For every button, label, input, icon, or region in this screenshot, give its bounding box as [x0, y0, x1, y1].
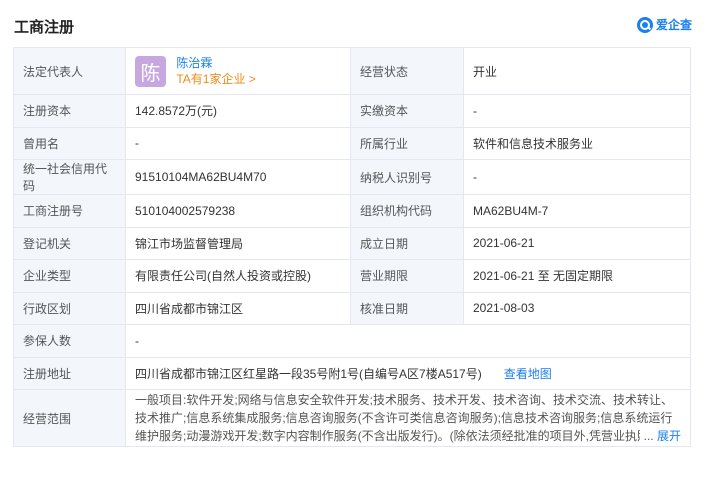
cell-label: 统一社会信用代码	[13, 159, 126, 195]
cell-label: 纳税人识别号	[350, 159, 464, 195]
address-cell: 四川省成都市锦江区红星路一段35号附1号(自编号A区7楼A517号) 查看地图	[125, 356, 691, 390]
legal-rep-name-link[interactable]: 陈治霖	[176, 56, 212, 70]
table-row: 注册资本 142.8572万(元) 实缴资本 -	[13, 94, 691, 128]
address-label: 注册地址	[13, 356, 126, 390]
scope-text: 一般项目:软件开发;网络与信息安全软件开发;技术服务、技术开发、技术咨询、技术交…	[135, 393, 674, 443]
cell-value: 91510104MA62BU4M70	[125, 159, 351, 195]
table-row: 参保人数 -	[13, 324, 691, 358]
registration-table: 法定代表人 陈 陈治霖 TA有1家企业 > 经营状态 开业 注册资本 142.8…	[13, 47, 691, 447]
scope-ellipsis: ...	[643, 429, 654, 443]
cell-label: 所属行业	[350, 126, 464, 160]
table-row: 登记机关 锦江市场监督管理局 成立日期 2021-06-21	[13, 226, 691, 260]
cell-value: 软件和信息技术服务业	[463, 126, 691, 160]
cell-label: 登记机关	[13, 226, 126, 260]
cell-value: MA62BU4M-7	[463, 194, 691, 228]
cell-label: 注册资本	[13, 94, 126, 128]
legal-rep-companies-link[interactable]: TA有1家企业 >	[176, 72, 255, 86]
brand-logo[interactable]: 爱企查	[636, 16, 692, 33]
cell-label: 核准日期	[350, 291, 464, 325]
cell-value: 142.8572万(元)	[125, 94, 351, 128]
table-row: 法定代表人 陈 陈治霖 TA有1家企业 > 经营状态 开业	[13, 47, 691, 95]
status-label: 经营状态	[350, 47, 464, 95]
insured-value: -	[125, 324, 691, 358]
cell-label: 营业期限	[350, 259, 464, 293]
table-row: 曾用名 - 所属行业 软件和信息技术服务业	[13, 126, 691, 160]
cell-value: 510104002579238	[125, 194, 351, 228]
insured-label: 参保人数	[13, 324, 126, 358]
cell-value: 锦江市场监督管理局	[125, 226, 351, 260]
table-row: 经营范围 一般项目:软件开发;网络与信息安全软件开发;技术服务、技术开发、技术咨…	[13, 389, 691, 447]
cell-value: -	[125, 126, 351, 160]
cell-value: -	[463, 94, 691, 128]
cell-value: 2021-06-21 至 无固定期限	[463, 259, 691, 293]
status-value: 开业	[463, 47, 691, 95]
magnifier-logo-icon	[636, 16, 653, 33]
legal-rep-cell: 陈 陈治霖 TA有1家企业 >	[125, 47, 351, 95]
cell-value: 2021-08-03	[463, 291, 691, 325]
view-map-link[interactable]: 查看地图	[504, 367, 552, 381]
section-title: 工商注册	[14, 19, 75, 36]
table-row: 统一社会信用代码 91510104MA62BU4M70 纳税人识别号 -	[13, 159, 691, 195]
avatar[interactable]: 陈	[135, 55, 166, 87]
cell-label: 成立日期	[350, 226, 464, 260]
table-row: 行政区划 四川省成都市锦江区 核准日期 2021-08-03	[13, 291, 691, 325]
cell-label: 实缴资本	[350, 94, 464, 128]
legal-rep-label: 法定代表人	[13, 47, 126, 95]
table-row: 企业类型 有限责任公司(自然人投资或控股) 营业期限 2021-06-21 至 …	[13, 259, 691, 293]
table-row: 工商注册号 510104002579238 组织机构代码 MA62BU4M-7	[13, 194, 691, 228]
scope-cell: 一般项目:软件开发;网络与信息安全软件开发;技术服务、技术开发、技术咨询、技术交…	[125, 389, 691, 447]
scope-label: 经营范围	[13, 389, 126, 447]
cell-value: 有限责任公司(自然人投资或控股)	[125, 259, 351, 293]
cell-label: 工商注册号	[13, 194, 126, 228]
table-row: 注册地址 四川省成都市锦江区红星路一段35号附1号(自编号A区7楼A517号) 查…	[13, 356, 691, 390]
cell-value: -	[463, 159, 691, 195]
expand-link[interactable]: 展开	[657, 429, 681, 443]
cell-value: 2021-06-21	[463, 226, 691, 260]
cell-label: 曾用名	[13, 126, 126, 160]
brand-name: 爱企查	[655, 18, 692, 32]
cell-label: 组织机构代码	[350, 194, 464, 228]
cell-label: 企业类型	[13, 259, 126, 293]
address-value: 四川省成都市锦江区红星路一段35号附1号(自编号A区7楼A517号)	[135, 366, 482, 381]
cell-value: 四川省成都市锦江区	[125, 291, 351, 325]
cell-label: 行政区划	[13, 291, 126, 325]
